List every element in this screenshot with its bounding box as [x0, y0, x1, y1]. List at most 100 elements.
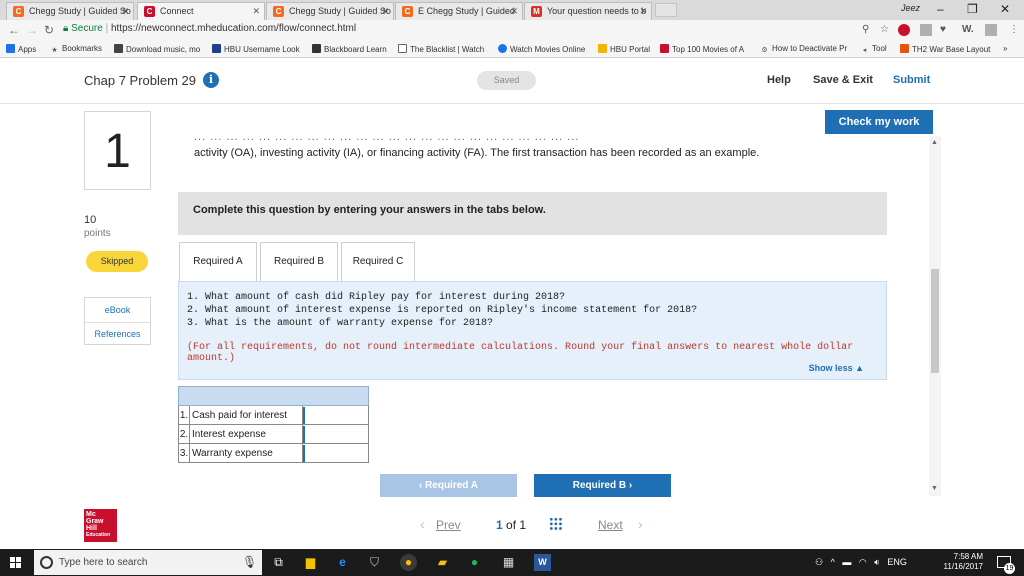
info-icon[interactable]: i [203, 72, 219, 88]
word-icon[interactable]: W [534, 554, 551, 571]
bookmark-blackboard[interactable]: Blackboard Learn [312, 44, 387, 54]
clock[interactable]: 7:58 AM 11/16/2017 [943, 552, 983, 572]
question-grid-icon[interactable] [549, 517, 563, 531]
tab-required-a[interactable]: Required A [179, 242, 257, 282]
bookmark-hbu-portal[interactable]: HBU Portal [598, 44, 650, 54]
bookmark-label: HBU Portal [610, 45, 651, 54]
calculator-icon[interactable]: ▦ [500, 554, 517, 571]
taskbar-search-box[interactable]: Type here to search 🎙︎ [34, 550, 262, 575]
help-link[interactable]: Help [767, 74, 791, 86]
extension-icon[interactable] [898, 24, 910, 36]
row-number: 1. [178, 405, 190, 425]
next-link[interactable]: Next [598, 518, 623, 532]
spotify-icon[interactable]: ● [466, 554, 483, 571]
zoom-icon[interactable]: ⚲ [862, 24, 869, 35]
points-value: 10 [84, 214, 97, 226]
browser-tab[interactable]: C E Chegg Study | Guided ✕ [395, 2, 523, 20]
save-exit-link[interactable]: Save & Exit [813, 74, 873, 86]
bookmark-th2-war-base[interactable]: TH2 War Base Layout [900, 44, 990, 54]
browser-tab-active[interactable]: C Connect ✕ [137, 2, 265, 20]
bookmark-blacklist[interactable]: The Blacklist | Watch [398, 44, 484, 54]
bookmark-label: HBU Username Look [224, 45, 300, 54]
language-indicator[interactable]: ENG [887, 557, 907, 567]
battery-icon[interactable]: ▬ [842, 557, 851, 567]
url-field[interactable]: 🔒︎ Secure | https://newconnect.mheducati… [63, 23, 356, 34]
bookmark-apps[interactable]: Apps [6, 44, 36, 54]
more-bookmarks-icon[interactable]: » [1003, 44, 1007, 53]
profile-name[interactable]: Jeez [901, 3, 920, 13]
required-a-button[interactable]: ‹ Required A [380, 474, 517, 497]
close-tab-icon[interactable]: ✕ [510, 3, 518, 19]
lock-icon: 🔒︎ [63, 23, 69, 34]
check-my-work-button[interactable]: Check my work [825, 110, 933, 134]
tab-required-c[interactable]: Required C [341, 242, 415, 282]
restore-icon[interactable]: ❐ [967, 2, 978, 16]
close-tab-icon[interactable]: ✕ [121, 3, 129, 19]
bookmark-top-100-movies[interactable]: Top 100 Movies of A [660, 44, 744, 54]
bookmark-bookmarks[interactable]: ★ Bookmarks [50, 44, 102, 55]
heart-icon[interactable]: ♥ [940, 24, 946, 35]
imdb-icon [660, 44, 669, 53]
show-less-link[interactable]: Show less ▲ [809, 363, 864, 373]
system-tray: ⚇ ^ ▬ ◠ 🔉︎ ENG [815, 557, 907, 568]
volume-icon[interactable]: 🔉︎ [874, 557, 880, 567]
bookmark-hbu-username[interactable]: HBU Username Look [212, 44, 300, 54]
references-link[interactable]: References [85, 329, 150, 339]
cash-paid-interest-input[interactable] [303, 406, 368, 424]
interest-expense-input[interactable] [303, 425, 368, 443]
bookmark-download-music[interactable]: Download music, mo [114, 44, 200, 54]
close-tab-icon[interactable]: ✕ [639, 3, 647, 19]
windows-start-icon[interactable] [10, 557, 21, 568]
cortana-circle-icon [40, 556, 53, 569]
edge-icon[interactable]: e [334, 554, 351, 571]
scroll-up-icon[interactable]: ▲ [931, 139, 938, 146]
reload-icon[interactable]: ↻ [44, 23, 54, 37]
bookmark-watch-movies[interactable]: Watch Movies Online [498, 44, 585, 54]
gear-icon: ⚙ [761, 47, 768, 54]
file-explorer-icon[interactable]: ▆ [302, 554, 319, 571]
wifi-icon[interactable]: ◠ [859, 557, 867, 567]
people-icon[interactable]: ⚇ [815, 557, 823, 567]
extension-icon[interactable] [985, 24, 997, 36]
microphone-icon[interactable]: 🎙︎ [242, 555, 257, 569]
content-scrollbar[interactable]: ▲ ▼ [929, 136, 941, 496]
browser-tab-title: Your question needs to b [547, 6, 647, 16]
tab-required-b[interactable]: Required B [260, 242, 338, 282]
star-icon[interactable]: ☆ [880, 24, 889, 35]
minimize-icon[interactable]: – [937, 2, 944, 16]
bookmark-deactivate[interactable]: ⚙ How to Deactivate Pr [760, 44, 847, 55]
close-tab-icon[interactable]: ✕ [252, 3, 260, 19]
ebook-link[interactable]: eBook [85, 305, 150, 315]
back-icon[interactable]: ← [8, 23, 20, 37]
extension-w-icon[interactable]: W. [962, 24, 974, 35]
menu-icon[interactable]: ⋮ [1009, 24, 1019, 35]
mcgraw-hill-logo: Mc Graw Hill Education [84, 509, 117, 542]
browser-tab-title: Chegg Study | Guided So [289, 6, 391, 16]
bookmarks-bar: Apps ★ Bookmarks Download music, mo HBU U… [0, 42, 1024, 58]
task-view-icon[interactable]: ⧉ [270, 554, 287, 571]
close-tab-icon[interactable]: ✕ [381, 3, 389, 19]
chrome-icon[interactable]: ● [400, 554, 417, 571]
scroll-down-icon[interactable]: ▼ [931, 485, 938, 492]
portal-icon [598, 44, 607, 53]
forward-icon[interactable]: → [26, 23, 38, 37]
show-hidden-icons-icon[interactable]: ^ [831, 557, 835, 567]
store-icon[interactable]: ⛉ [366, 554, 383, 571]
page-indicator: 1 of 1 [496, 518, 526, 532]
chegg-favicon-icon: C [273, 6, 284, 17]
browser-tab[interactable]: C Chegg Study | Guided So ✕ [266, 2, 394, 20]
window-close-icon[interactable]: ✕ [1000, 2, 1010, 16]
scrollbar-thumb[interactable] [931, 269, 939, 373]
sticky-notes-icon[interactable]: ▰ [434, 554, 451, 571]
bookmark-tool[interactable]: ◂ Tool [860, 44, 887, 55]
extension-icon[interactable] [920, 24, 932, 36]
required-b-button[interactable]: Required B › [534, 474, 671, 497]
warranty-expense-input[interactable] [303, 444, 368, 462]
new-tab-button[interactable] [655, 3, 677, 17]
prev-link[interactable]: Prev [436, 518, 461, 532]
browser-tab[interactable]: M Your question needs to b ✕ [524, 2, 652, 20]
browser-tab[interactable]: C Chegg Study | Guided So ✕ [6, 2, 134, 20]
submit-link[interactable]: Submit [893, 74, 930, 86]
bookmark-label: Bookmarks [62, 44, 103, 53]
clock-time: 7:58 AM [953, 552, 983, 561]
